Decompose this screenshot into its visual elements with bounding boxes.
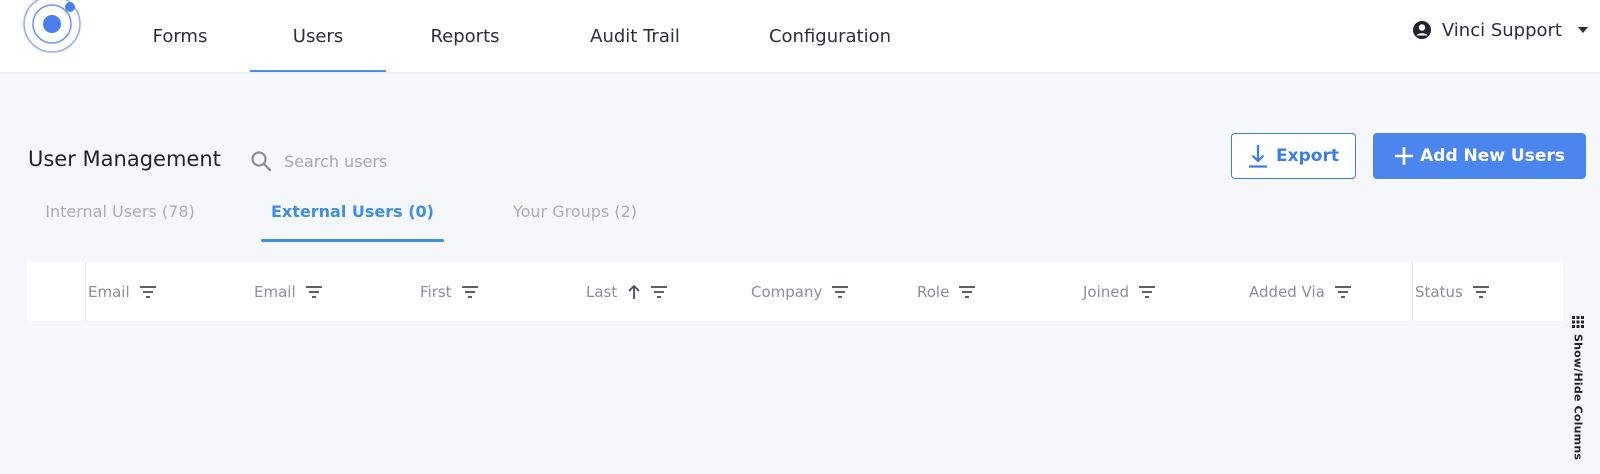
filter-icon[interactable] xyxy=(832,285,849,298)
column-label: Status xyxy=(1415,282,1463,301)
add-new-users-button[interactable]: Add New Users xyxy=(1373,133,1586,179)
tab-external-users-label: External Users (0) xyxy=(271,202,434,221)
search-icon xyxy=(251,151,272,172)
nav-configuration[interactable]: Configuration xyxy=(760,0,900,72)
tab-your-groups[interactable]: Your Groups (2) xyxy=(500,202,650,242)
nav-audit-trail[interactable]: Audit Trail xyxy=(580,0,690,72)
account-circle-icon xyxy=(1412,21,1431,39)
tab-internal-users[interactable]: Internal Users (78) xyxy=(30,202,210,242)
column-label: Email xyxy=(254,282,296,301)
add-new-users-label: Add New Users xyxy=(1420,146,1565,166)
column-header-email-2[interactable]: Email xyxy=(254,262,322,321)
column-header-role[interactable]: Role xyxy=(917,262,976,321)
show-hide-columns-label: Show/Hide Columns xyxy=(1571,334,1585,461)
tab-external-users[interactable]: External Users (0) xyxy=(261,202,444,242)
grid-dots-icon xyxy=(1572,316,1584,328)
column-label: Role xyxy=(917,282,950,301)
filter-icon[interactable] xyxy=(959,285,976,298)
filter-icon[interactable] xyxy=(305,285,322,298)
nav-reports-label: Reports xyxy=(430,25,500,47)
search-input[interactable] xyxy=(284,151,484,171)
tab-internal-users-label: Internal Users (78) xyxy=(45,202,195,221)
column-header-status[interactable]: Status xyxy=(1415,262,1489,321)
column-header-company[interactable]: Company xyxy=(751,262,849,321)
filter-icon[interactable] xyxy=(1334,285,1351,298)
filter-icon[interactable] xyxy=(651,285,668,298)
arrow-up-icon[interactable] xyxy=(627,284,641,300)
orbit-logo[interactable] xyxy=(22,0,86,58)
column-header-email[interactable]: Email xyxy=(88,262,156,321)
column-label: First xyxy=(420,282,452,301)
search-box xyxy=(250,146,510,176)
nav-forms[interactable]: Forms xyxy=(140,0,220,72)
nav-reports[interactable]: Reports xyxy=(420,0,510,72)
filter-icon[interactable] xyxy=(1139,285,1156,298)
plus-icon xyxy=(1395,147,1414,165)
user-name: Vinci Support xyxy=(1441,19,1562,41)
table-select-column xyxy=(27,262,86,321)
column-header-first[interactable]: First xyxy=(420,262,478,321)
filter-icon[interactable] xyxy=(1472,285,1489,298)
column-header-joined[interactable]: Joined xyxy=(1083,262,1156,321)
download-icon xyxy=(1249,145,1268,168)
column-label: Email xyxy=(88,282,130,301)
filter-icon[interactable] xyxy=(139,285,156,298)
nav-configuration-label: Configuration xyxy=(768,25,892,47)
user-menu[interactable]: Vinci Support xyxy=(1412,0,1588,60)
column-label: Added Via xyxy=(1249,282,1325,301)
show-hide-columns-toggle[interactable]: Show/Hide Columns xyxy=(1566,316,1590,466)
column-label: Joined xyxy=(1083,282,1130,301)
users-table: Email Email First Last Company Role Join… xyxy=(27,262,1563,321)
nav-audit-trail-label: Audit Trail xyxy=(590,25,680,47)
nav-forms-label: Forms xyxy=(152,25,208,47)
column-divider xyxy=(1412,262,1413,321)
nav-users[interactable]: Users xyxy=(250,0,386,72)
nav-users-label: Users xyxy=(292,25,344,47)
tab-your-groups-label: Your Groups (2) xyxy=(512,202,638,221)
filter-icon[interactable] xyxy=(461,285,478,298)
column-label: Company xyxy=(751,282,823,301)
export-label: Export xyxy=(1276,146,1339,166)
column-header-added-via[interactable]: Added Via xyxy=(1249,262,1351,321)
export-button[interactable]: Export xyxy=(1231,133,1356,179)
column-label: Last xyxy=(586,282,618,301)
column-header-last[interactable]: Last xyxy=(586,262,668,321)
top-navigation-bar: Forms Users Reports Audit Trail Configur… xyxy=(0,0,1600,72)
chevron-down-icon xyxy=(1578,27,1588,33)
page-title: User Management xyxy=(28,147,221,171)
